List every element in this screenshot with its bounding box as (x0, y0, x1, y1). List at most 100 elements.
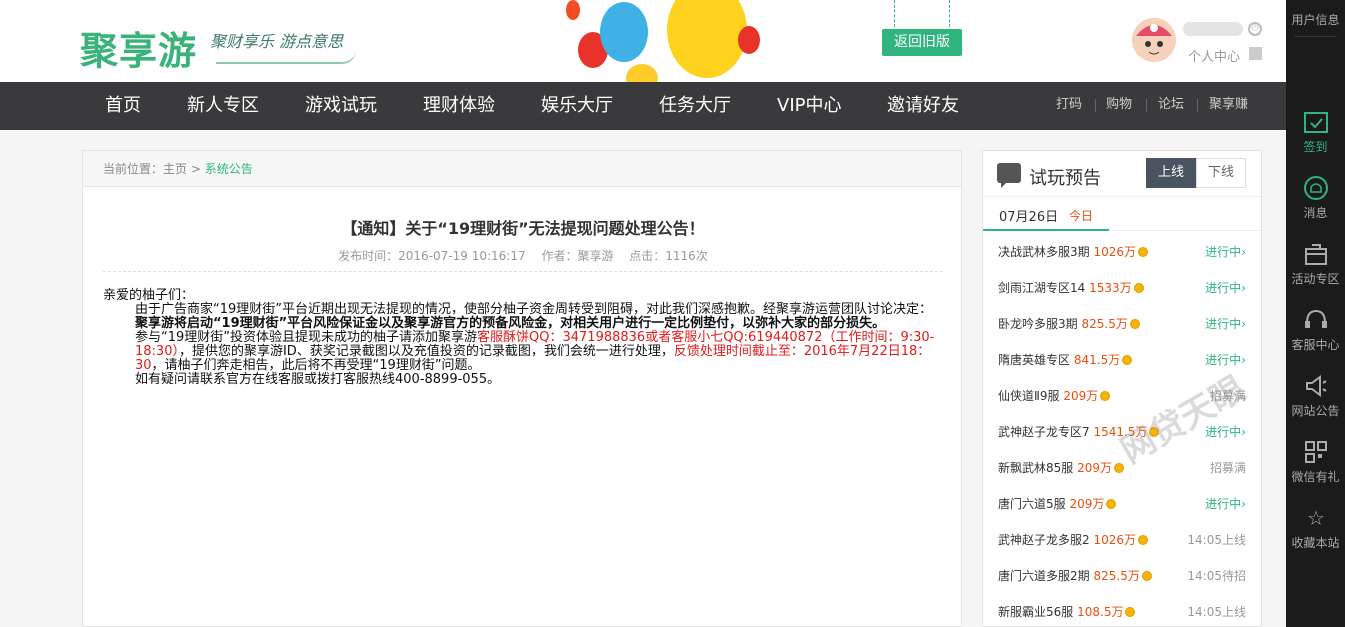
nav-newbie[interactable]: 新人专区 (187, 82, 259, 130)
game-status[interactable]: 14:05上线 (1187, 531, 1246, 548)
toolbar-wechat[interactable]: 微信有礼 (1286, 430, 1345, 496)
site-logo[interactable]: 聚享游 (80, 20, 197, 75)
game-status[interactable]: 进行中› (1205, 495, 1246, 512)
game-row[interactable]: 武神赵子龙专区7 1541.5万 进行中› (983, 412, 1261, 448)
game-status-label: 进行中 (1205, 317, 1242, 331)
chevron-right-icon: › (1241, 245, 1246, 259)
toolbar-signin[interactable]: 签到 (1286, 100, 1345, 166)
game-reward-amount: 108.5万 (1077, 605, 1124, 619)
nav-home[interactable]: 首页 (105, 82, 141, 130)
today-label: 今日 (1069, 209, 1094, 223)
game-row[interactable]: 剑雨江湖专区14 1533万 进行中› (983, 268, 1261, 304)
tab-offline[interactable]: 下线 (1196, 158, 1246, 188)
paragraph-2-text-a: 参与“19理财街”投资体验且提现未成功的柚子请添加聚享游 (135, 330, 478, 345)
toolbar-label: 微信有礼 (1291, 470, 1340, 484)
game-status[interactable]: 14:05上线 (1187, 603, 1246, 620)
game-status-label: 14:05上线 (1187, 605, 1246, 619)
nav-link-shop[interactable]: 购物 (1106, 82, 1132, 130)
nav-link-forum[interactable]: 论坛 (1158, 82, 1184, 130)
game-name: 武神赵子龙专区7 1541.5万 (998, 423, 1160, 440)
nav-divider (1197, 99, 1198, 112)
game-status-label: 14:05待招 (1187, 569, 1246, 583)
toolbar-activities[interactable]: 活动专区 (1286, 232, 1345, 298)
game-reward-amount: 825.5万 (1093, 569, 1140, 583)
game-name: 唐门六道5服 209万 (998, 495, 1117, 512)
nav-vip[interactable]: VIP中心 (777, 82, 841, 130)
nav-divider (1146, 99, 1147, 112)
game-title: 仙侠道Ⅱ9服 (998, 389, 1060, 403)
coin-icon (1138, 247, 1149, 257)
divider (103, 271, 943, 272)
chevron-right-icon: › (1241, 353, 1246, 367)
article-title: 【通知】关于“19理财街”无法提现问题处理公告！ (341, 219, 705, 238)
game-row[interactable]: 武神赵子龙多服2 1026万 14:05上线 (983, 520, 1261, 556)
game-name: 决战武林多服3期 1026万 (998, 243, 1149, 260)
game-name: 隋唐英雄专区 841.5万 (998, 351, 1133, 368)
nav-link-captcha[interactable]: 打码 (1056, 82, 1082, 130)
nav-invite[interactable]: 邀请好友 (887, 82, 959, 130)
chevron-right-icon: › (1241, 317, 1246, 331)
game-status[interactable]: 进行中› (1205, 279, 1246, 296)
chevron-right-icon: › (1241, 497, 1246, 511)
date-tab-active[interactable]: 07月26日 今日 (983, 197, 1109, 231)
game-status[interactable]: 进行中› (1205, 243, 1246, 260)
user-center-link[interactable]: 个人中心 (1188, 46, 1240, 65)
coin-icon (1122, 355, 1133, 365)
date-row: 07月26日 今日 (983, 197, 1261, 231)
game-title: 新飘武林85服 (998, 461, 1074, 475)
nav-finance[interactable]: 理财体验 (423, 82, 495, 130)
game-row[interactable]: 新服霸业56服 108.5万 14:05上线 (983, 592, 1261, 627)
game-title: 武神赵子龙专区7 (998, 425, 1090, 439)
paragraph-1: 由于广告商家“19理财街”平台近期出现无法提现的情况，使部分柚子资金周转受到阻碍… (103, 303, 943, 331)
nav-game-trial[interactable]: 游戏试玩 (305, 82, 377, 130)
game-status[interactable]: 进行中› (1205, 423, 1246, 440)
toolbar-label: 活动专区 (1291, 272, 1340, 286)
logout-icon[interactable]: ⏻ (1248, 22, 1262, 36)
trial-preview-title: 试玩预告 (1029, 168, 1101, 189)
game-status[interactable]: 进行中› (1205, 315, 1246, 332)
game-row[interactable]: 唐门六道5服 209万 进行中› (983, 484, 1261, 520)
toolbar-label: 用户信息 (1291, 13, 1340, 27)
game-row[interactable]: 卧龙吟多服3期 825.5万 进行中› (983, 304, 1261, 340)
qr-code-icon (1303, 440, 1329, 464)
game-reward-amount: 825.5万 (1081, 317, 1128, 331)
game-name: 卧龙吟多服3期 825.5万 (998, 315, 1140, 332)
paragraph-3: 如有疑问请联系官方在线客服或拨打客服热线400-8899-055。 (135, 372, 501, 387)
breadcrumb-current[interactable]: 系统公告 (205, 162, 253, 176)
game-row[interactable]: 隋唐英雄专区 841.5万 进行中› (983, 340, 1261, 376)
game-status-label: 14:05上线 (1187, 533, 1246, 547)
balloons-decoration (566, 0, 760, 82)
game-row[interactable]: 唐门六道多服2期 825.5万 14:05待招 (983, 556, 1261, 592)
game-row[interactable]: 决战武林多服3期 1026万 进行中› (983, 232, 1261, 268)
breadcrumb-separator: > (190, 162, 201, 176)
game-name: 仙侠道Ⅱ9服 209万 (998, 387, 1111, 404)
game-title: 武神赵子龙多服2 (998, 533, 1090, 547)
toolbar-support[interactable]: 客服中心 (1286, 298, 1345, 364)
toolbar-messages[interactable]: 消息 (1286, 166, 1345, 232)
game-row[interactable]: 仙侠道Ⅱ9服 209万 招募满 (983, 376, 1261, 412)
toolbar-user-info[interactable]: 用户信息 (1286, 0, 1345, 36)
game-status-label: 进行中 (1205, 497, 1242, 511)
game-status-label: 进行中 (1205, 245, 1242, 259)
back-to-old-version-button[interactable]: 返回旧版 (882, 29, 962, 56)
coin-icon (1106, 499, 1117, 509)
avatar[interactable] (1132, 18, 1176, 62)
nav-entertainment[interactable]: 娱乐大厅 (541, 82, 613, 130)
game-reward-amount: 1533万 (1089, 281, 1132, 295)
game-status[interactable]: 招募满 (1210, 459, 1246, 476)
nav-tasks[interactable]: 任务大厅 (659, 82, 731, 130)
nav-link-earn[interactable]: 聚享赚 (1209, 82, 1248, 130)
site-slogan: 聚财享乐 游点意思 (210, 32, 344, 51)
tab-online[interactable]: 上线 (1146, 158, 1196, 188)
game-status[interactable]: 14:05待招 (1187, 567, 1246, 584)
toolbar-announcements[interactable]: 网站公告 (1286, 364, 1345, 430)
toolbar-label: 网站公告 (1291, 404, 1340, 418)
toolbar-bookmark[interactable]: ☆ 收藏本站 (1286, 496, 1345, 562)
game-status[interactable]: 进行中› (1205, 351, 1246, 368)
game-row[interactable]: 新飘武林85服 209万 招募满 (983, 448, 1261, 484)
greeting: 亲爱的柚子们： (103, 288, 195, 303)
chat-bubble-icon (997, 163, 1021, 188)
breadcrumb-home[interactable]: 主页 (163, 162, 187, 176)
game-status[interactable]: 招募满 (1210, 387, 1246, 404)
toolbar-divider (1294, 36, 1337, 37)
